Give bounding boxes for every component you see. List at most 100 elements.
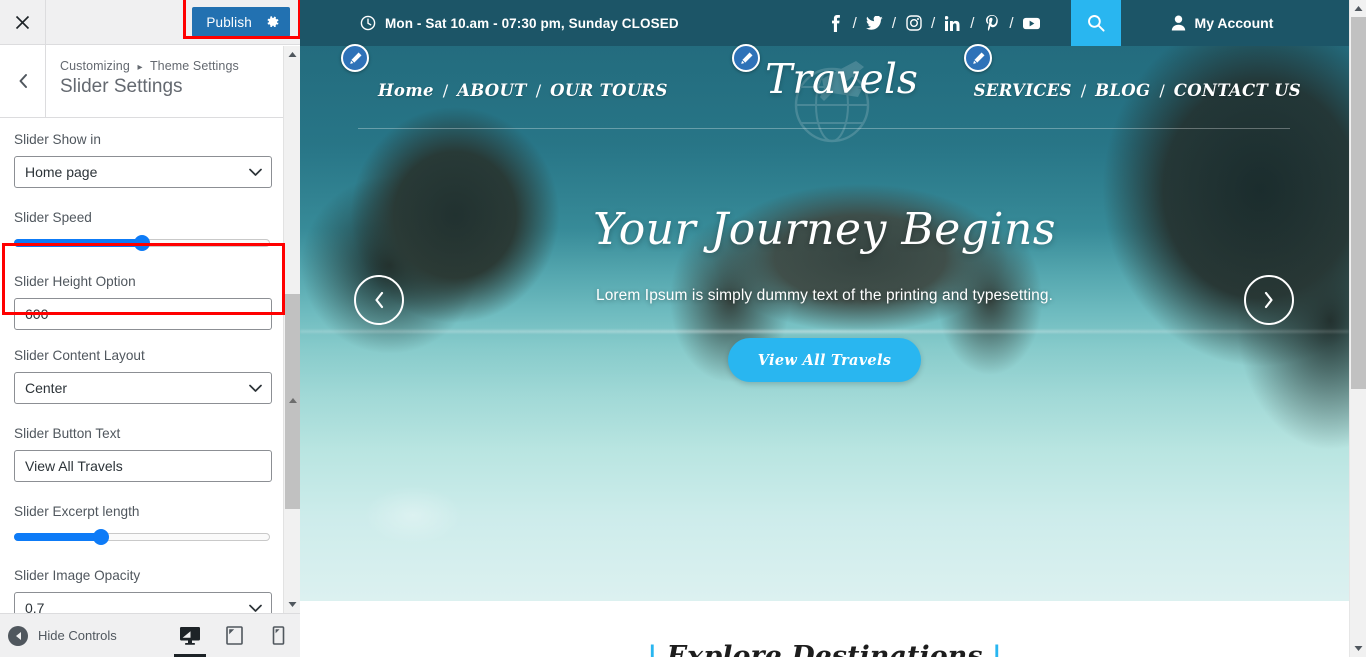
instagram-icon[interactable] <box>905 15 922 32</box>
scrollbar-thumb[interactable] <box>285 294 300 509</box>
facebook-icon[interactable] <box>827 14 844 32</box>
breadcrumb: Customizing ▸ Theme Settings Slider Sett… <box>46 45 239 117</box>
control-slider-excerpt-length: Slider Excerpt length <box>14 503 274 546</box>
close-icon <box>15 15 30 29</box>
desktop-preview-button[interactable] <box>168 614 212 657</box>
control-slider-button-text: Slider Button Text <box>14 425 274 482</box>
separator: / <box>1159 80 1165 100</box>
controls-list: Slider Show in Slider Speed <box>0 119 288 613</box>
twitter-icon[interactable] <box>865 15 883 32</box>
scroll-up-button[interactable] <box>284 46 301 63</box>
control-label: Slider Height Option <box>14 274 136 289</box>
control-label: Slider Button Text <box>14 426 121 441</box>
slider-image-opacity-select-wrap <box>14 592 272 613</box>
mobile-icon <box>272 626 284 645</box>
preview-scrollbar-thumb[interactable] <box>1351 17 1366 389</box>
pinterest-icon[interactable] <box>983 14 1000 32</box>
separator: / <box>970 14 975 32</box>
control-label: Slider Image Opacity <box>14 568 141 583</box>
sidebar-scrollbar[interactable] <box>283 46 300 613</box>
slider-button-text-input[interactable] <box>14 450 272 482</box>
slider-show-in-select-wrap <box>14 156 272 188</box>
edit-shortcut-nav-left[interactable] <box>341 44 369 72</box>
search-icon <box>1087 15 1105 32</box>
nav-item-blog[interactable]: BLOG <box>1095 81 1150 100</box>
control-label: Slider Speed <box>14 210 92 225</box>
slider-height-option-input[interactable] <box>14 298 272 330</box>
customizer-header: Publish <box>0 0 302 45</box>
range-fill <box>14 239 142 247</box>
separator: / <box>852 14 857 32</box>
nav-item-services[interactable]: SERVICES <box>974 81 1072 100</box>
scroll-down-button[interactable] <box>284 596 301 613</box>
edit-shortcut-nav-right[interactable] <box>964 44 992 72</box>
nav-item-home[interactable]: Home <box>378 81 434 100</box>
edit-shortcut-logo[interactable] <box>732 44 760 72</box>
device-preview-buttons <box>168 614 300 657</box>
nav-left-menu: Home / ABOUT / OUR TOURS <box>378 81 668 100</box>
control-slider-image-opacity: Slider Image Opacity <box>14 567 274 613</box>
triangle-up-icon <box>288 52 297 57</box>
my-account-link[interactable]: My Account <box>1171 15 1274 31</box>
site-nav: Home / ABOUT / OUR TOURS Travels SERVICE… <box>300 46 1349 143</box>
hide-controls-label: Hide Controls <box>38 628 117 643</box>
slider-show-in-select[interactable] <box>14 156 272 188</box>
slider-excerpt-length-range[interactable] <box>14 528 270 546</box>
slider-image-opacity-select[interactable] <box>14 592 272 613</box>
chevron-right-icon <box>1264 291 1273 309</box>
mobile-preview-button[interactable] <box>256 614 300 657</box>
pencil-edit-icon <box>349 52 361 64</box>
social-links: / / / / / <box>827 14 1040 32</box>
youtube-icon[interactable] <box>1022 15 1040 32</box>
separator: / <box>535 80 542 100</box>
customizer-footer: Hide Controls <box>0 613 300 657</box>
heading-bar-right: | <box>991 641 1002 657</box>
preview-scroll-down-button[interactable] <box>1350 640 1366 657</box>
slider-speed-range[interactable] <box>14 234 270 252</box>
triangle-down-icon <box>288 602 297 607</box>
control-slider-content-layout: Slider Content Layout <box>14 347 274 404</box>
range-thumb[interactable] <box>134 235 150 251</box>
panel-back-button[interactable] <box>0 45 46 117</box>
breadcrumb-trail: Customizing ▸ Theme Settings <box>60 59 239 73</box>
control-slider-height-option: Slider Height Option <box>14 273 274 330</box>
preview-scrollbar[interactable] <box>1349 0 1366 657</box>
view-all-travels-button[interactable]: View All Travels <box>727 338 922 382</box>
pencil-edit-icon <box>740 52 752 64</box>
nav-item-about[interactable]: ABOUT <box>457 81 527 100</box>
range-thumb[interactable] <box>93 529 110 545</box>
page-title: Slider Settings <box>60 76 183 97</box>
search-button[interactable] <box>1070 0 1121 46</box>
slider-content-layout-select[interactable] <box>14 372 272 404</box>
site-preview: Mon - Sat 10.am - 07:30 pm, Sunday CLOSE… <box>300 0 1366 657</box>
slider-next-button[interactable] <box>1244 275 1294 325</box>
slider-content-layout-select-wrap <box>14 372 272 404</box>
site-frame: Mon - Sat 10.am - 07:30 pm, Sunday CLOSE… <box>300 0 1349 657</box>
desktop-icon <box>180 626 200 645</box>
customizer-sidebar: Publish Customizing ▸ Theme Settings Sli… <box>0 0 302 657</box>
breadcrumb-root[interactable]: Customizing <box>60 59 130 73</box>
site-logo[interactable]: Travels <box>765 55 918 143</box>
preview-scroll-up-button[interactable] <box>1350 0 1366 17</box>
publish-button[interactable]: Publish <box>192 7 290 37</box>
slider-prev-button[interactable] <box>354 275 404 325</box>
hide-controls-button[interactable]: Hide Controls <box>0 625 117 646</box>
scrollbar-grip-icon <box>289 398 297 403</box>
linkedin-icon[interactable] <box>944 15 961 32</box>
pencil-edit-icon <box>972 52 984 64</box>
nav-item-our-tours[interactable]: OUR TOURS <box>550 81 668 100</box>
breadcrumb-current[interactable]: Theme Settings <box>150 59 239 73</box>
gear-icon <box>267 16 279 28</box>
chevron-left-icon <box>375 291 384 309</box>
tablet-preview-button[interactable] <box>212 614 256 657</box>
my-account-label: My Account <box>1194 15 1274 31</box>
close-customizer-button[interactable] <box>0 0 46 44</box>
slider-subtitle: Lorem Ipsum is simply dummy text of the … <box>595 287 1054 304</box>
nav-item-contact-us[interactable]: CONTACT US <box>1174 81 1301 100</box>
collapse-left-icon <box>8 625 28 646</box>
publish-area: Publish <box>183 0 302 39</box>
